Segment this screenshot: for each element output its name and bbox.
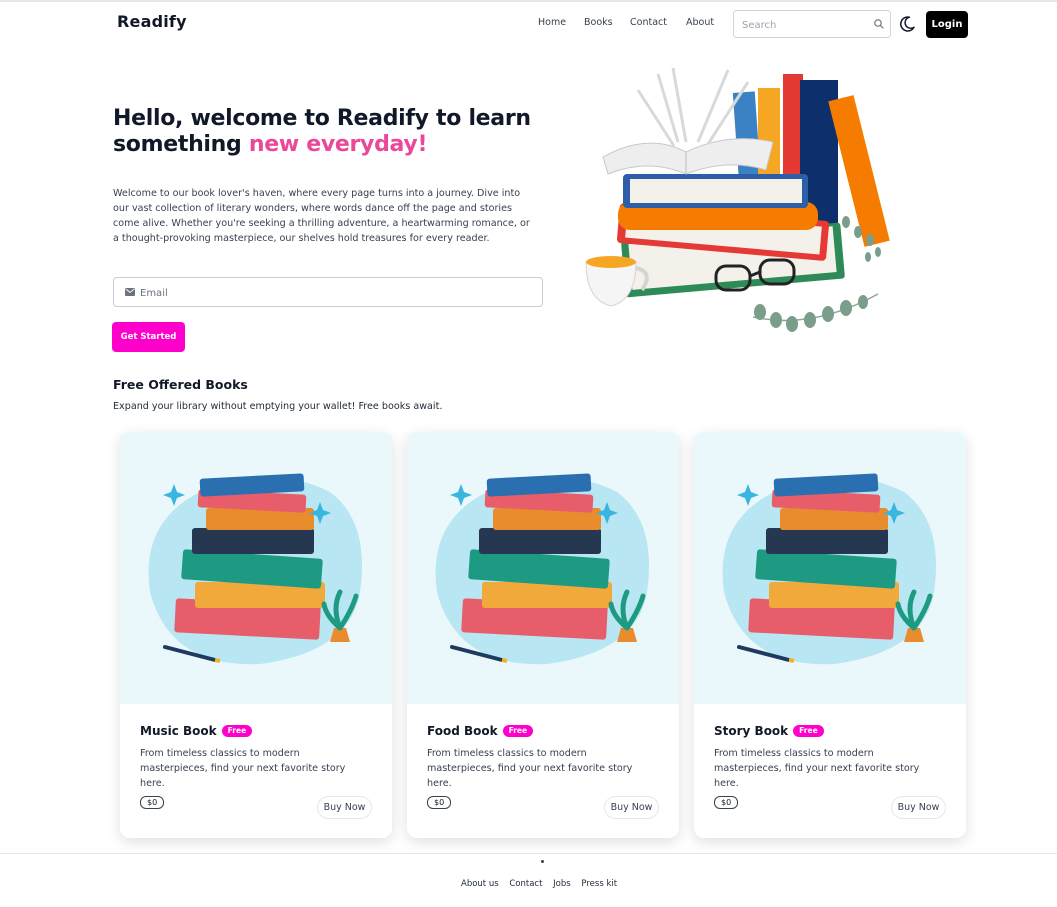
hero-description: Welcome to our book lover's haven, where… — [113, 188, 530, 244]
card-description: From timeless classics to modern masterp… — [714, 748, 920, 789]
footer-link-about[interactable]: About us — [461, 879, 499, 889]
book-card: Story Book Free From timeless classics t… — [694, 432, 966, 838]
nav-link-about[interactable]: About — [686, 17, 714, 28]
brand-logo[interactable]: Readify — [117, 12, 187, 31]
price-badge: $0 — [427, 796, 452, 809]
book-stack-illustration — [407, 432, 679, 704]
card-title-row: Music Book Free — [140, 724, 253, 738]
search-input[interactable] — [742, 17, 862, 33]
book-stack-illustration — [120, 432, 392, 704]
nav-link-contact[interactable]: Contact — [630, 17, 667, 28]
book-stack-illustration — [694, 432, 966, 704]
free-badge: Free — [793, 725, 824, 737]
nav-link-home[interactable]: Home — [538, 17, 566, 28]
footer-divider — [0, 853, 1057, 854]
section-title: Free Offered Books — [113, 377, 248, 392]
price-badge: $0 — [714, 796, 739, 809]
footer-link-jobs[interactable]: Jobs — [553, 879, 571, 889]
free-badge: Free — [221, 725, 253, 737]
hero-title: Hello, welcome to Readify to learn somet… — [113, 106, 533, 158]
email-field — [113, 277, 543, 307]
footer-link-contact[interactable]: Contact — [509, 879, 542, 889]
nav-link-books[interactable]: Books — [584, 17, 613, 28]
footer-links: About us Contact Jobs Press kit — [461, 879, 625, 889]
book-card: Food Book Free From timeless classics to… — [407, 432, 679, 838]
book-card-image — [694, 432, 966, 704]
buy-now-button[interactable]: Buy Now — [317, 796, 372, 819]
section-subtitle: Expand your library without emptying you… — [113, 401, 443, 412]
navbar: Readify Home Books Contact About Login — [0, 2, 1057, 46]
free-badge: Free — [502, 725, 534, 737]
search-icon[interactable] — [873, 18, 885, 30]
buy-now-button[interactable]: Buy Now — [604, 796, 659, 819]
email-input[interactable] — [140, 284, 530, 302]
envelope-icon — [125, 288, 135, 296]
login-button[interactable]: Login — [926, 11, 968, 38]
card-title[interactable]: Music Book — [140, 724, 217, 738]
buy-now-button[interactable]: Buy Now — [891, 796, 946, 819]
book-card-image — [120, 432, 392, 704]
card-title[interactable]: Food Book — [427, 724, 498, 738]
card-title-row: Story Book Free — [714, 724, 824, 738]
footer-dot — [541, 860, 544, 863]
price-badge: $0 — [140, 796, 165, 809]
card-description: From timeless classics to modern masterp… — [140, 748, 346, 789]
footer-link-press-kit[interactable]: Press kit — [581, 879, 617, 889]
card-title-row: Food Book Free — [427, 724, 534, 738]
card-description: From timeless classics to modern masterp… — [427, 748, 633, 789]
hero-books-illustration — [585, 67, 890, 332]
card-title[interactable]: Story Book — [714, 724, 788, 738]
get-started-button[interactable]: Get Started — [112, 322, 185, 352]
hero-title-accent: new everyday! — [248, 132, 428, 157]
moon-icon[interactable] — [898, 15, 916, 33]
book-card-image — [407, 432, 679, 704]
search-box — [733, 10, 891, 38]
book-card: Music Book Free From timeless classics t… — [120, 432, 392, 838]
